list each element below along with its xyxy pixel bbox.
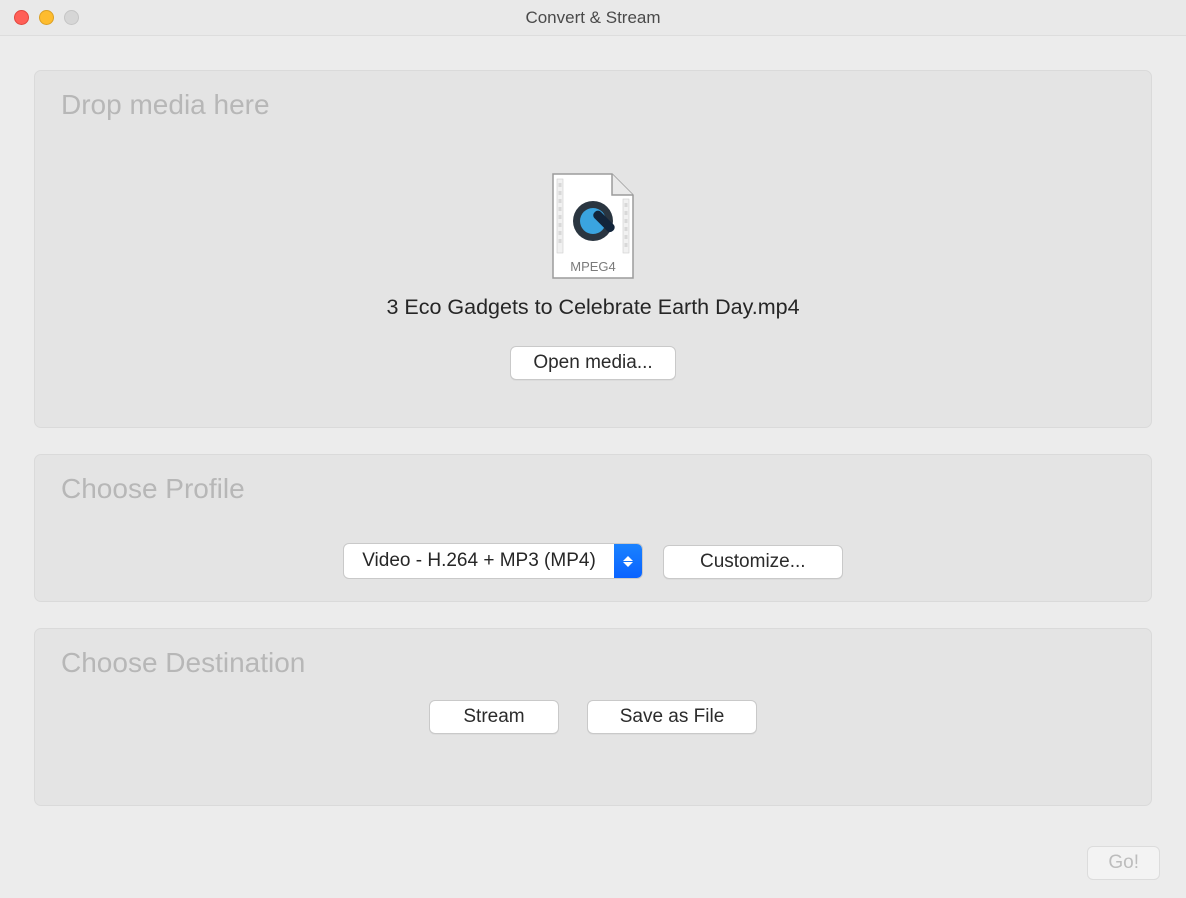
close-icon[interactable] bbox=[14, 10, 29, 25]
minimize-icon[interactable] bbox=[39, 10, 54, 25]
choose-profile-panel: Choose Profile Video - H.264 + MP3 (MP4)… bbox=[34, 454, 1152, 602]
file-icon: MPEG4 bbox=[550, 171, 636, 287]
window-controls bbox=[14, 10, 79, 25]
drop-area: MPEG4 3 Eco Gadgets to Celebrate Earth D… bbox=[35, 71, 1151, 427]
destination-heading: Choose Destination bbox=[61, 647, 305, 679]
customize-button[interactable]: Customize... bbox=[663, 545, 843, 579]
stream-button[interactable]: Stream bbox=[429, 700, 559, 734]
titlebar: Convert & Stream bbox=[0, 0, 1186, 36]
zoom-icon bbox=[64, 10, 79, 25]
go-button: Go! bbox=[1087, 846, 1160, 880]
window-title: Convert & Stream bbox=[0, 8, 1186, 28]
profile-selected-value: Video - H.264 + MP3 (MP4) bbox=[344, 550, 614, 572]
file-type-label: MPEG4 bbox=[570, 259, 616, 274]
profile-select[interactable]: Video - H.264 + MP3 (MP4) bbox=[343, 543, 643, 579]
content: Drop media here bbox=[0, 36, 1186, 806]
drop-heading: Drop media here bbox=[61, 89, 270, 121]
choose-destination-panel: Choose Destination Stream Save as File bbox=[34, 628, 1152, 806]
save-as-file-button[interactable]: Save as File bbox=[587, 700, 757, 734]
footer: Go! bbox=[1087, 846, 1160, 880]
open-media-button[interactable]: Open media... bbox=[510, 346, 675, 380]
source-filename: 3 Eco Gadgets to Celebrate Earth Day.mp4 bbox=[386, 295, 799, 320]
profile-heading: Choose Profile bbox=[61, 473, 245, 505]
drop-media-panel[interactable]: Drop media here bbox=[34, 70, 1152, 428]
chevron-up-down-icon bbox=[614, 544, 642, 578]
